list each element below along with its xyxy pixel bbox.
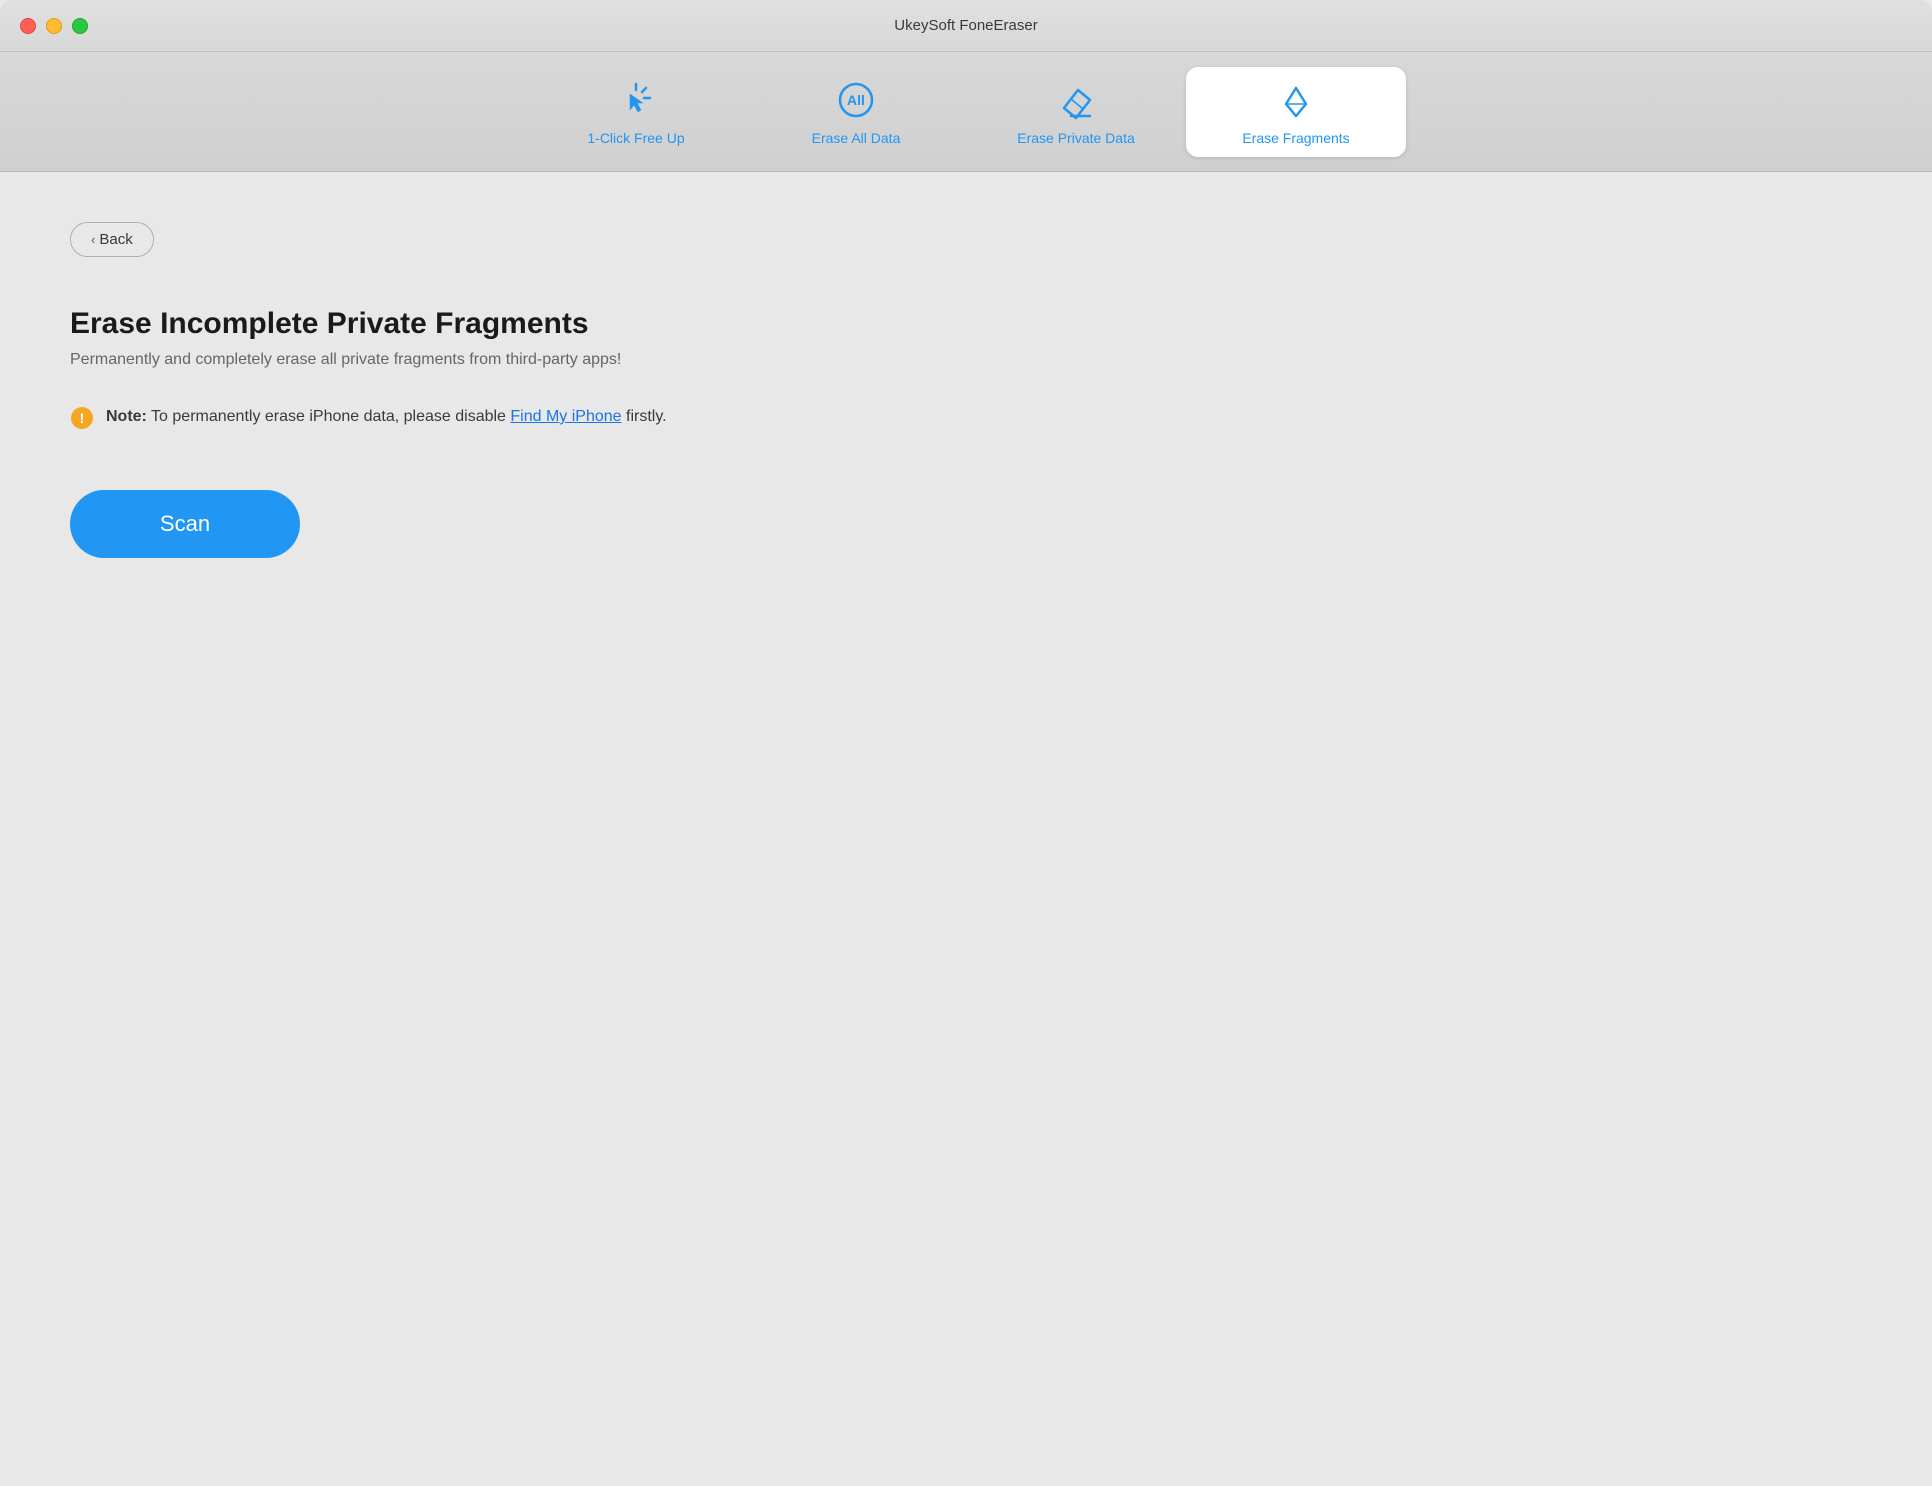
app-window: UkeySoft FoneEraser 1-Click Free Up xyxy=(0,0,1932,1486)
tab-one-click-free-up[interactable]: 1-Click Free Up xyxy=(526,67,746,157)
back-button-label: Back xyxy=(99,231,132,248)
warning-icon: ! xyxy=(70,406,94,430)
close-button[interactable] xyxy=(20,18,36,34)
window-title: UkeySoft FoneEraser xyxy=(894,17,1037,34)
scan-button[interactable]: Scan xyxy=(70,490,300,558)
svg-text:All: All xyxy=(847,92,865,108)
tab-one-click-free-up-label: 1-Click Free Up xyxy=(587,130,684,146)
erase-fragments-icon xyxy=(1274,78,1318,122)
note-suffix: firstly. xyxy=(622,408,667,425)
minimize-button[interactable] xyxy=(46,18,62,34)
chevron-left-icon: ‹ xyxy=(91,232,95,247)
tab-erase-private-data-label: Erase Private Data xyxy=(1017,130,1135,146)
tab-erase-all-data-label: Erase All Data xyxy=(812,130,901,146)
note-text: Note: To permanently erase iPhone data, … xyxy=(106,405,667,429)
note-prefix: Note: xyxy=(106,408,147,425)
toolbar: 1-Click Free Up All Erase All Data xyxy=(0,52,1932,172)
maximize-button[interactable] xyxy=(72,18,88,34)
traffic-lights xyxy=(20,18,88,34)
erase-private-icon xyxy=(1054,78,1098,122)
find-my-iphone-link[interactable]: Find My iPhone xyxy=(510,408,621,425)
note-body: To permanently erase iPhone data, please… xyxy=(147,408,511,425)
tab-erase-all-data[interactable]: All Erase All Data xyxy=(746,67,966,157)
note-row: ! Note: To permanently erase iPhone data… xyxy=(70,405,1862,430)
scan-button-label: Scan xyxy=(160,511,210,537)
main-content: ‹ Back Erase Incomplete Private Fragment… xyxy=(0,172,1932,1486)
back-button[interactable]: ‹ Back xyxy=(70,222,154,257)
tab-erase-fragments-label: Erase Fragments xyxy=(1242,130,1349,146)
tab-erase-private-data[interactable]: Erase Private Data xyxy=(966,67,1186,157)
svg-text:!: ! xyxy=(80,410,85,426)
section-subtitle: Permanently and completely erase all pri… xyxy=(70,351,1862,369)
erase-all-icon: All xyxy=(834,78,878,122)
tab-erase-fragments[interactable]: Erase Fragments xyxy=(1186,67,1406,157)
section-title: Erase Incomplete Private Fragments xyxy=(70,307,1862,341)
title-bar: UkeySoft FoneEraser xyxy=(0,0,1932,52)
cursor-click-icon xyxy=(614,78,658,122)
